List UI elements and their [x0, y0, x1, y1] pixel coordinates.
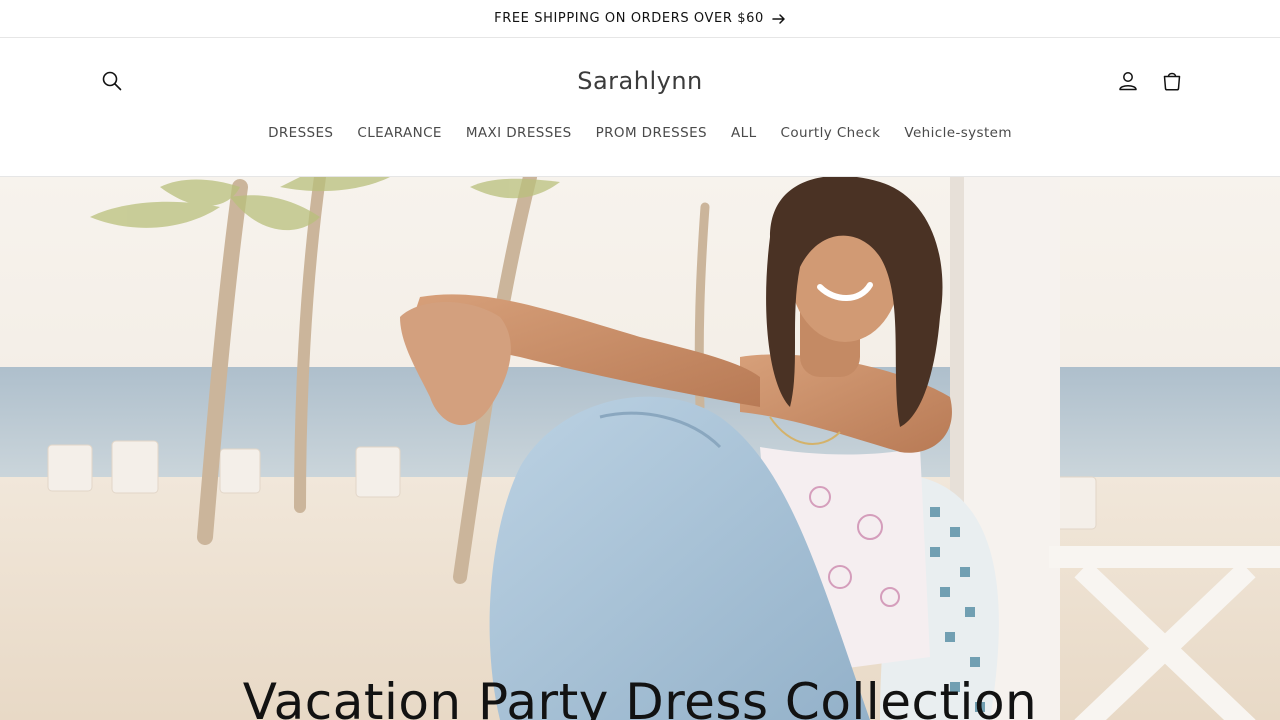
cart-button[interactable] — [1150, 59, 1194, 103]
announcement-text: FREE SHIPPING ON ORDERS OVER $60 — [494, 11, 764, 26]
nav-item-clearance[interactable]: CLEARANCE — [345, 125, 453, 141]
nav-item-dresses[interactable]: DRESSES — [256, 125, 345, 141]
hero-banner[interactable]: Vacation Party Dress Collection — [0, 177, 1280, 720]
nav-item-maxi-dresses[interactable]: MAXI DRESSES — [454, 125, 584, 141]
woman-on-beach-image — [0, 177, 1280, 720]
site-logo[interactable]: Sarahlynn — [0, 67, 1280, 95]
arrow-right-icon — [772, 13, 785, 24]
hero-title: Vacation Party Dress Collection — [242, 673, 1038, 720]
cart-icon — [1163, 72, 1181, 91]
nav-item-all[interactable]: ALL — [719, 125, 768, 141]
account-button[interactable] — [1106, 59, 1150, 103]
nav-item-vehicle-system[interactable]: Vehicle-system — [892, 125, 1024, 141]
announcement-link[interactable]: FREE SHIPPING ON ORDERS OVER $60 — [494, 11, 786, 26]
nav-item-courtly-check[interactable]: Courtly Check — [769, 125, 893, 141]
site-header: Sarahlynn DRESSES CLEARANCE MAXI DRESSES… — [0, 39, 1280, 177]
nav-item-prom-dresses[interactable]: PROM DRESSES — [584, 125, 719, 141]
main-nav: DRESSES CLEARANCE MAXI DRESSES PROM DRES… — [0, 125, 1280, 141]
announcement-bar: FREE SHIPPING ON ORDERS OVER $60 — [0, 0, 1280, 38]
account-icon — [1119, 72, 1137, 91]
